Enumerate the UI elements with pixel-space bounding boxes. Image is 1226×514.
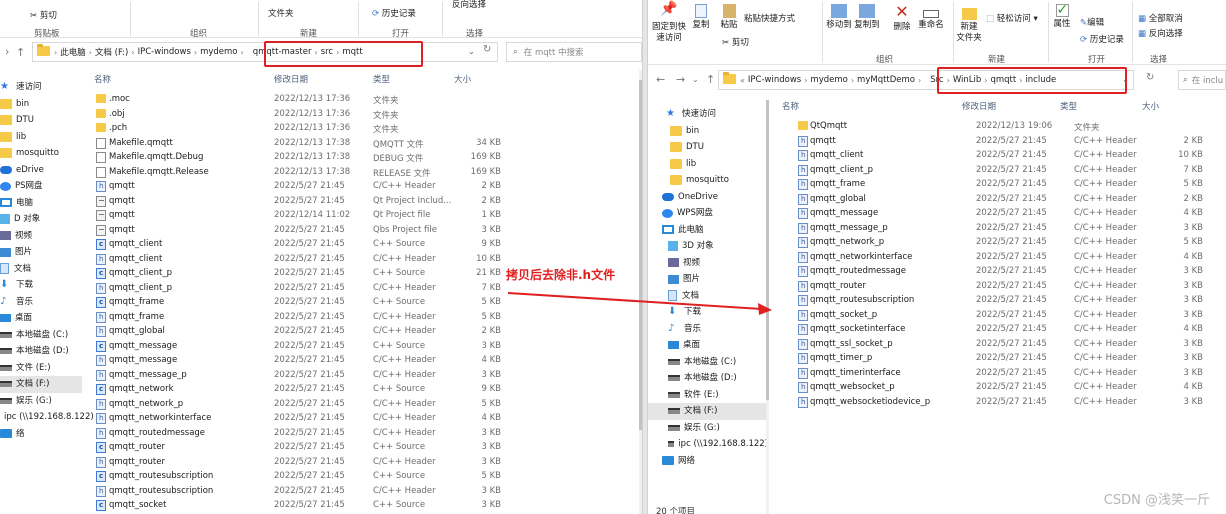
arrow-head [758, 303, 772, 315]
watermark: CSDN @浅笑一斤 [1103, 493, 1210, 508]
annotation-arrow [507, 292, 772, 315]
arrow-line [507, 292, 763, 310]
